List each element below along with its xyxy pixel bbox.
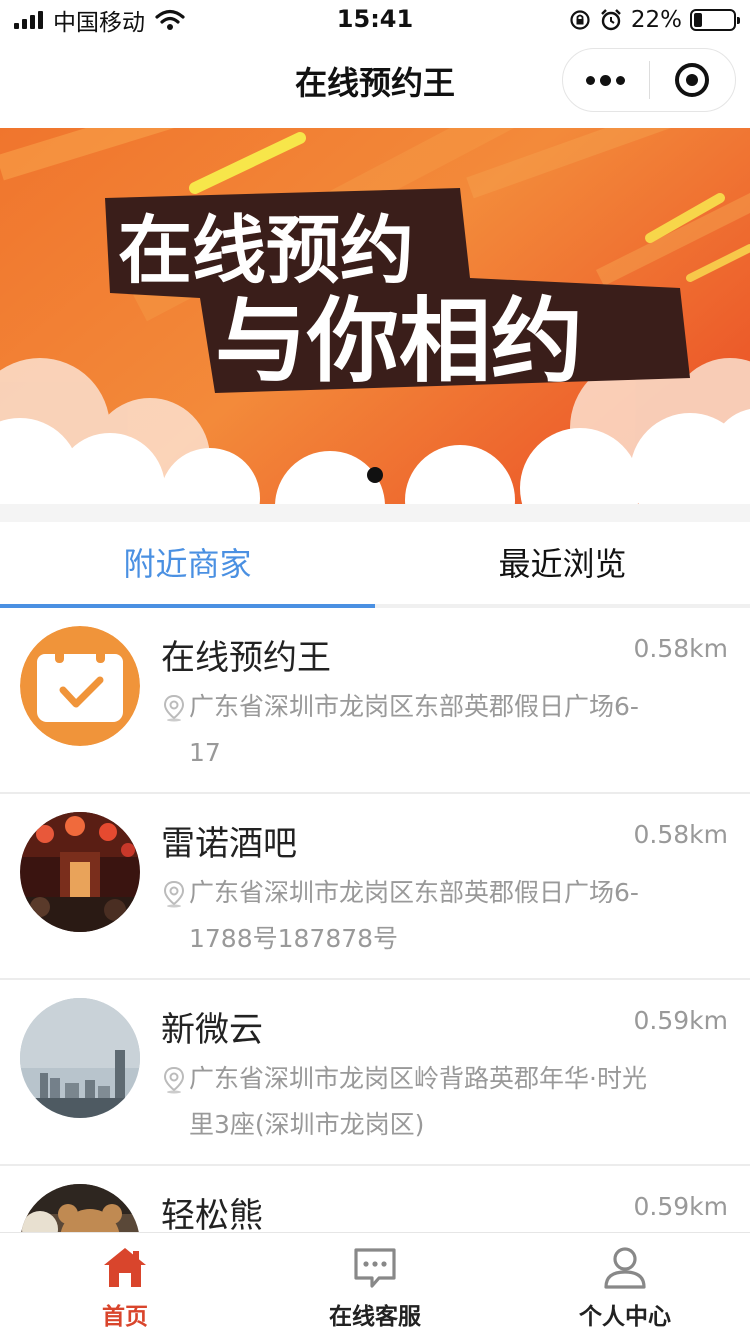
- tab-home-label: 首页: [102, 1304, 148, 1330]
- address-line-2: 里3座(深圳市龙岗区): [189, 1110, 425, 1139]
- battery-percent: 22%: [630, 7, 682, 33]
- banner-image: 在线预约 与你相约: [0, 128, 750, 504]
- merchant-distance: 0.58km: [633, 820, 729, 849]
- merchant-distance: 0.59km: [633, 1192, 729, 1221]
- chat-icon: [354, 1248, 396, 1288]
- home-icon: [104, 1248, 146, 1287]
- address-line-2: 17: [189, 738, 221, 767]
- merchant-name: 雷诺酒吧: [161, 824, 297, 864]
- bottom-tab-bar: 首页 在线客服 个人中心: [0, 1232, 750, 1334]
- rotation-lock-icon: [570, 10, 590, 30]
- tab-profile-label: 个人中心: [579, 1304, 671, 1330]
- address-line-1: 广东省深圳市龙岗区岭背路英郡年华·时光: [189, 1064, 647, 1093]
- merchant-address: 广东省深圳市龙岗区东部英郡假日广场6- 17: [189, 684, 719, 776]
- list-tabs: 附近商家 最近浏览: [0, 522, 750, 608]
- status-right: 22%: [569, 6, 740, 34]
- banner-line1: 在线预约: [118, 208, 414, 294]
- alarm-icon: [601, 9, 621, 31]
- address-line-1: 广东省深圳市龙岗区东部英郡假日广场6-: [189, 692, 639, 721]
- list-item[interactable]: 轻松熊 0.59km: [0, 1166, 750, 1232]
- location-pin-icon: [163, 1066, 185, 1094]
- section-gap: [0, 504, 750, 522]
- location-pin-icon: [163, 880, 185, 908]
- banner-carousel[interactable]: 在线预约 与你相约: [0, 128, 750, 504]
- tab-customer-service[interactable]: 在线客服: [250, 1233, 500, 1334]
- merchant-name: 在线预约王: [161, 638, 331, 678]
- tab-nearby[interactable]: 附近商家: [0, 522, 375, 608]
- nav-bar: 在线预约王: [0, 40, 750, 128]
- bar-photo: [20, 812, 140, 932]
- merchant-address: 广东省深圳市龙岗区岭背路英郡年华·时光 里3座(深圳市龙岗区): [189, 1056, 719, 1148]
- target-icon: [675, 63, 710, 97]
- battery-icon: [690, 9, 740, 31]
- close-button[interactable]: [650, 49, 736, 111]
- merchant-list: 在线预约王 0.58km 广东省深圳市龙岗区东部英郡假日广场6- 17 雷诺酒吧…: [0, 608, 750, 1232]
- list-item[interactable]: 新微云 0.59km 广东省深圳市龙岗区岭背路英郡年华·时光 里3座(深圳市龙岗…: [0, 980, 750, 1166]
- merchant-address: 广东省深圳市龙岗区东部英郡假日广场6- 1788号187878号: [189, 870, 719, 962]
- tab-customer-service-label: 在线客服: [329, 1304, 421, 1330]
- tab-home[interactable]: 首页: [0, 1233, 250, 1334]
- address-line-1: 广东省深圳市龙岗区东部英郡假日广场6-: [189, 878, 639, 907]
- bear-photo: [20, 1184, 140, 1232]
- merchant-distance: 0.58km: [633, 634, 729, 663]
- skyline-photo: [20, 998, 140, 1118]
- calendar-check-icon: [20, 626, 140, 746]
- list-item[interactable]: 在线预约王 0.58km 广东省深圳市龙岗区东部英郡假日广场6- 17: [0, 608, 750, 794]
- merchant-name: 新微云: [161, 1010, 263, 1050]
- address-line-2: 1788号187878号: [189, 924, 399, 953]
- more-button[interactable]: [563, 49, 649, 111]
- merchant-distance: 0.59km: [633, 1006, 729, 1035]
- tab-recent[interactable]: 最近浏览: [375, 522, 750, 604]
- carousel-indicator[interactable]: [367, 467, 383, 483]
- tab-profile[interactable]: 个人中心: [500, 1233, 750, 1334]
- status-bar: 中国移动 15:41 22%: [0, 0, 750, 40]
- mini-program-capsule: [562, 48, 736, 112]
- banner-line2: 与你相约: [215, 288, 583, 395]
- user-icon: [604, 1247, 646, 1289]
- location-pin-icon: [163, 694, 185, 722]
- merchant-name: 轻松熊: [161, 1196, 263, 1232]
- list-item[interactable]: 雷诺酒吧 0.58km 广东省深圳市龙岗区东部英郡假日广场6- 1788号187…: [0, 794, 750, 980]
